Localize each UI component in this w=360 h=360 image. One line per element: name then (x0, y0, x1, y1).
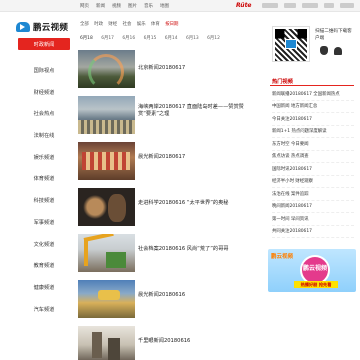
top-placeholder (302, 3, 318, 8)
video-title[interactable]: 晨光新闻20180617 (138, 154, 256, 161)
promo-banner[interactable]: 鹏云视频 鹏云视频 热播好剧 抢先看 (268, 249, 356, 292)
sidebar-item-international[interactable]: 国际视点 (18, 60, 70, 82)
filter-by-date[interactable]: 按日期 (165, 22, 178, 27)
sidebar-item-law[interactable]: 法制在线 (18, 125, 70, 147)
top-link-images[interactable]: 图片 (128, 3, 137, 9)
video-title[interactable]: 社会档案20180616 风尚“荒了”的哥哥 (138, 246, 256, 253)
sidebar-item-politics[interactable]: 时政新闻 (18, 38, 70, 50)
date-tab[interactable]: 6月16 (122, 36, 135, 41)
hot-video-link[interactable]: 晚间新闻20180617 (272, 201, 354, 213)
top-placeholder (340, 3, 354, 8)
date-tab[interactable]: 6月13 (186, 36, 199, 41)
sidebar-item-culture[interactable]: 文化频道 (18, 233, 70, 255)
hot-videos-divider (270, 85, 354, 86)
date-tab[interactable]: 6月17 (101, 36, 114, 41)
sidebar-item-auto[interactable]: 汽车频道 (18, 298, 70, 320)
list-item[interactable]: 北京新闻20180617 (78, 50, 258, 88)
banner-strip: 热播好剧 抢先看 (294, 281, 338, 288)
hot-video-link[interactable]: 共同关注20180617 (272, 226, 354, 238)
top-bar: 网页 新闻 视频 图片 音乐 地图 Rüte (0, 0, 360, 12)
filter-entertainment[interactable]: 娱乐 (137, 22, 146, 27)
play-cloud-icon (16, 22, 30, 32)
sidebar-item-education[interactable]: 教育频道 (18, 255, 70, 277)
hot-video-link[interactable]: 今日关注20180617 (272, 113, 354, 126)
sidebar-item-military[interactable]: 军事频道 (18, 212, 70, 234)
filter-politics[interactable]: 时政 (94, 22, 103, 27)
category-filters: 全部 时政 财经 社会 娱乐 体育 按日期 (80, 21, 260, 31)
sidebar-item-sports[interactable]: 体育频道 (18, 168, 70, 190)
top-link-news[interactable]: 新闻 (96, 3, 105, 9)
list-item[interactable]: 走进科学20180616 “太平世界”的奥秘 (78, 188, 258, 226)
list-item[interactable]: 千里眼新闻20180616 (78, 326, 258, 360)
list-item[interactable]: 晨光新闻20180616 (78, 280, 258, 318)
list-item[interactable]: 晨光新闻20180617 (78, 142, 258, 180)
qr-caption: 扫描二维码下载客户端 (315, 29, 352, 41)
video-title[interactable]: 走进科学20180616 “太平世界”的奥秘 (138, 200, 256, 207)
hot-video-link[interactable]: 经济半小时 财经观察 (272, 176, 354, 188)
video-thumbnail[interactable] (78, 234, 135, 272)
sidebar-item-society[interactable]: 社会热点 (18, 103, 70, 125)
video-thumbnail[interactable] (78, 188, 135, 226)
list-item[interactable]: 海峡两岸20180617 直面陆岛时差——赞赏赞赏“要素”之理 (78, 96, 258, 134)
video-title[interactable]: 海峡两岸20180617 直面陆岛时差——赞赏赞赏“要素”之理 (138, 104, 256, 118)
video-thumbnail[interactable] (78, 280, 135, 318)
date-tabs: 6月18 6月17 6月16 6月15 6月14 6月13 6月12 (80, 35, 227, 41)
site-logo[interactable]: 鹏云视频 (16, 20, 68, 34)
hot-video-link[interactable]: 国际时讯20180617 (272, 163, 354, 176)
site-logo-text: 鹏云视频 (33, 23, 69, 33)
banner-slogan: 鹏云视频 (271, 254, 294, 260)
hot-video-link[interactable]: 焦点访谈 热点调查 (272, 151, 354, 163)
date-tab[interactable]: 6月12 (207, 36, 220, 41)
top-placeholder (284, 3, 296, 8)
top-placeholder (262, 3, 278, 8)
video-thumbnail[interactable] (78, 50, 135, 88)
apple-icon[interactable] (320, 46, 328, 55)
qr-code (272, 26, 310, 62)
qr-logo-icon (285, 39, 297, 49)
filter-all[interactable]: 全部 (80, 22, 89, 27)
sidebar-item-health[interactable]: 健康频道 (18, 277, 70, 299)
video-title[interactable]: 晨光新闻20180616 (138, 292, 256, 299)
video-thumbnail[interactable] (78, 326, 135, 360)
hot-video-link[interactable]: 第一时间 早间资讯 (272, 213, 354, 226)
hot-videos-list: 新闻联播20180617 全国新闻热点 中国新闻 地方新闻汇总 今日关注2018… (272, 88, 354, 238)
brand-logo[interactable]: Rüte (236, 2, 252, 9)
hot-video-link[interactable]: 新闻联播20180617 全国新闻热点 (272, 88, 354, 101)
hot-video-link[interactable]: 东方时空 今日要闻 (272, 138, 354, 151)
video-title[interactable]: 千里眼新闻20180616 (138, 338, 256, 345)
filter-finance[interactable]: 财经 (108, 22, 117, 27)
top-link-web[interactable]: 网页 (80, 3, 89, 9)
hot-video-link[interactable]: 中国新闻 地方新闻汇总 (272, 101, 354, 113)
date-tab[interactable]: 6月18 (80, 36, 93, 41)
hot-videos-title: 热门视频 (272, 79, 293, 85)
top-link-video[interactable]: 视频 (112, 3, 121, 9)
date-tab[interactable]: 6月15 (144, 36, 157, 41)
date-tab[interactable]: 6月14 (165, 36, 178, 41)
filter-sports[interactable]: 体育 (151, 22, 160, 27)
top-link-music[interactable]: 音乐 (144, 3, 153, 9)
filter-society[interactable]: 社会 (123, 22, 132, 27)
category-sidebar: 时政新闻 国际视点 财经频道 社会热点 法制在线 娱乐频道 体育频道 科技频道 … (18, 38, 70, 320)
hot-video-link[interactable]: 新闻1+1 热点问题深度解读 (272, 126, 354, 138)
hot-video-link[interactable]: 法治在线 案件追踪 (272, 188, 354, 201)
top-placeholder (324, 3, 334, 8)
video-thumbnail[interactable] (78, 96, 135, 134)
list-item[interactable]: 社会档案20180616 风尚“荒了”的哥哥 (78, 234, 258, 272)
sidebar-item-finance[interactable]: 财经频道 (18, 81, 70, 103)
android-icon[interactable] (334, 47, 342, 55)
video-title[interactable]: 北京新闻20180617 (138, 65, 256, 72)
video-thumbnail[interactable] (78, 142, 135, 180)
top-link-map[interactable]: 地图 (160, 3, 169, 9)
sidebar-item-tech[interactable]: 科技频道 (18, 190, 70, 212)
sidebar-item-entertainment[interactable]: 娱乐频道 (18, 146, 70, 168)
